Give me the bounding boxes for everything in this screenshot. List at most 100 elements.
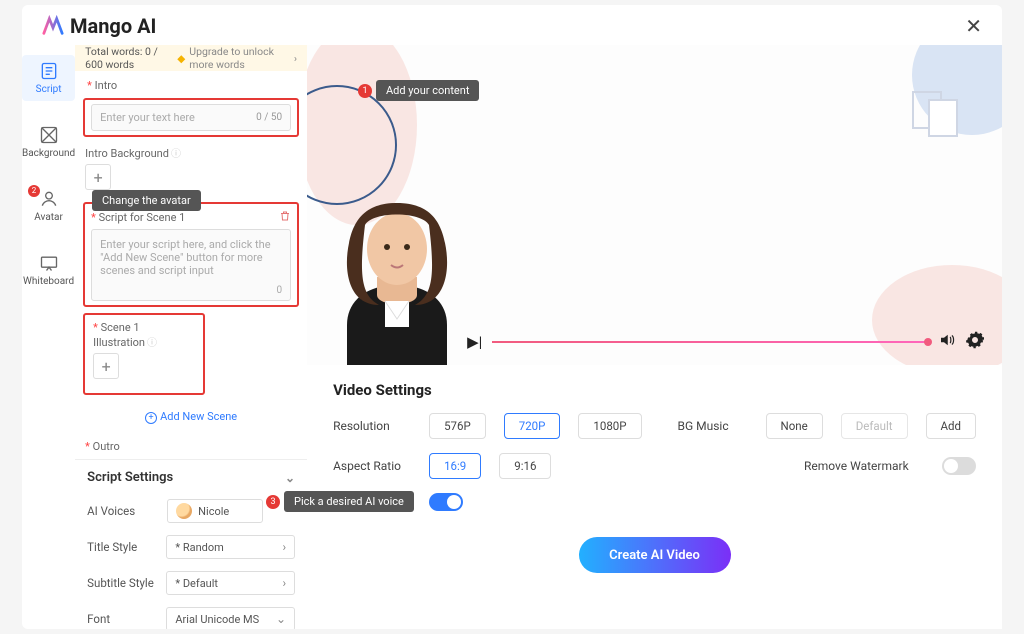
scene-box: Script for Scene 1 Enter your script her… — [83, 202, 299, 307]
scene-counter: 0 — [276, 285, 282, 296]
res-1080p-button[interactable]: 1080P — [578, 413, 641, 439]
aspect-916-button[interactable]: 9:16 — [499, 453, 551, 479]
background-icon — [39, 125, 59, 145]
diamond-icon: ◆ — [177, 52, 185, 65]
scene-illus-label: Scene 1 Illustration — [93, 321, 145, 349]
volume-button[interactable] — [938, 331, 956, 353]
decor-note — [928, 99, 958, 137]
plus-circle-icon: + — [145, 412, 157, 424]
logo: Mango AI — [42, 14, 156, 38]
bgmusic-none-button[interactable]: None — [766, 413, 823, 439]
script-settings-title: Script Settings — [87, 470, 173, 485]
whiteboard-icon — [39, 253, 59, 273]
word-count: Total words: 0 / 600 words — [85, 45, 177, 71]
sidebar-label: Script — [36, 84, 62, 95]
intro-bg-label: Intro Background — [85, 147, 169, 160]
sidebar-item-background[interactable]: Background — [22, 119, 75, 165]
intro-input[interactable]: Enter your text here 0 / 50 — [91, 104, 291, 131]
word-count-bar: Total words: 0 / 600 words ◆ Upgrade to … — [75, 45, 307, 71]
badge-1: 1 — [358, 84, 372, 98]
close-button[interactable]: ✕ — [965, 14, 982, 38]
sidebar-label: Whiteboard — [23, 276, 74, 287]
bgmusic-label: BG Music — [678, 419, 748, 433]
create-video-button[interactable]: Create AI Video — [579, 537, 731, 573]
resolution-label: Resolution — [333, 419, 411, 433]
aspect-label: Aspect Ratio — [333, 459, 411, 473]
scene-textarea[interactable]: Enter your script here, and click the "A… — [91, 229, 291, 301]
info-icon: ⓘ — [171, 149, 181, 160]
font-label: Font — [87, 612, 156, 626]
logo-icon — [42, 15, 64, 37]
intro-label: Intro — [87, 79, 117, 92]
script-settings-header[interactable]: Script Settings ⌄ — [75, 459, 307, 493]
transition-row: Transition — [333, 493, 976, 511]
resolution-row: Resolution 576P 720P 1080P BG Music None… — [333, 413, 976, 439]
scene-title: Script for Scene 1 — [91, 211, 185, 224]
app-name: Mango AI — [70, 14, 156, 38]
outro-label: Outro — [85, 440, 120, 453]
play-next-button[interactable]: ▶| — [467, 333, 482, 351]
sidebar-item-script[interactable]: Script — [22, 55, 75, 101]
scene-illustration-box: Scene 1 Illustrationⓘ + — [83, 313, 205, 395]
chevron-right-icon: › — [282, 576, 286, 590]
font-select[interactable]: Arial Unicode MS⌄ — [166, 607, 295, 629]
res-576p-button[interactable]: 576P — [429, 413, 486, 439]
ai-voices-label: AI Voices — [87, 504, 157, 518]
avatar-preview — [307, 145, 487, 365]
intro-section: Intro — [75, 71, 307, 96]
subtitle-style-row: Subtitle Style * Default› — [75, 565, 307, 601]
add-intro-bg-button[interactable]: + — [85, 164, 111, 190]
info-icon: ⓘ — [147, 338, 157, 349]
res-720p-button[interactable]: 720P — [504, 413, 561, 439]
chevron-down-icon: ⌄ — [276, 612, 286, 626]
scene-placeholder: Enter your script here, and click the "A… — [100, 238, 270, 277]
voice-name: Nicole — [198, 505, 229, 518]
bgmusic-default-button[interactable]: Default — [841, 413, 908, 439]
chevron-right-icon: › — [282, 540, 286, 554]
watermark-toggle[interactable] — [942, 457, 976, 475]
video-settings: Video Settings Resolution 576P 720P 1080… — [307, 365, 1002, 589]
annotation-1: 1 Add your content — [358, 80, 479, 101]
title-style-label: Title Style — [87, 540, 156, 554]
annotation-3: 3 Pick a desired AI voice — [266, 491, 414, 512]
bgmusic-add-button[interactable]: Add — [926, 413, 976, 439]
add-illustration-button[interactable]: + — [93, 353, 119, 379]
badge-2: 2 — [28, 185, 40, 197]
settings-gear-button[interactable] — [966, 331, 984, 353]
chevron-right-icon: › — [294, 52, 297, 65]
font-row: Font Arial Unicode MS⌄ — [75, 601, 307, 629]
avatar-icon — [39, 189, 59, 209]
aspect-169-button[interactable]: 16:9 — [429, 453, 481, 479]
add-scene-row: +Add New Scene — [75, 401, 307, 434]
app-modal: Mango AI ✕ Script Background 2 — [22, 5, 1002, 629]
transition-toggle[interactable] — [429, 493, 463, 511]
seek-track[interactable] — [492, 341, 928, 343]
intro-placeholder: Enter your text here — [100, 111, 195, 124]
sidebar-label: Avatar — [34, 212, 63, 223]
watermark-label: Remove Watermark — [804, 459, 924, 473]
delete-scene-button[interactable] — [279, 210, 291, 225]
upgrade-link[interactable]: ◆ Upgrade to unlock more words › — [177, 45, 297, 71]
annotation-2-text: Change the avatar — [92, 190, 201, 211]
intro-counter: 0 / 50 — [256, 112, 282, 123]
aspect-row: Aspect Ratio 16:9 9:16 Remove Watermark — [333, 453, 976, 479]
voice-select[interactable]: Nicole — [167, 499, 263, 523]
preview-panel: ▶| Video Settings Resolution 576P 720P — [307, 45, 1002, 629]
sidebar: Script Background 2 Avatar Whiteboard — [22, 45, 75, 629]
sidebar-item-whiteboard[interactable]: Whiteboard — [22, 247, 75, 293]
video-settings-title: Video Settings — [333, 381, 976, 399]
annotation-3-text: Pick a desired AI voice — [284, 491, 414, 512]
badge-3: 3 — [266, 495, 280, 509]
sidebar-label: Background — [22, 148, 75, 159]
script-icon — [39, 61, 59, 81]
annotation-2: Change the avatar — [92, 190, 201, 211]
voice-avatar-icon — [176, 503, 192, 519]
intro-box: Enter your text here 0 / 50 — [83, 98, 299, 137]
sidebar-item-avatar[interactable]: 2 Avatar — [22, 183, 75, 229]
modal-header: Mango AI ✕ — [22, 5, 1002, 45]
add-scene-button[interactable]: +Add New Scene — [145, 410, 237, 423]
editor-panel: Total words: 0 / 600 words ◆ Upgrade to … — [75, 45, 307, 629]
subtitle-style-select[interactable]: * Default› — [166, 571, 295, 595]
title-style-select[interactable]: * Random› — [166, 535, 295, 559]
chevron-down-icon: ⌄ — [285, 471, 295, 485]
